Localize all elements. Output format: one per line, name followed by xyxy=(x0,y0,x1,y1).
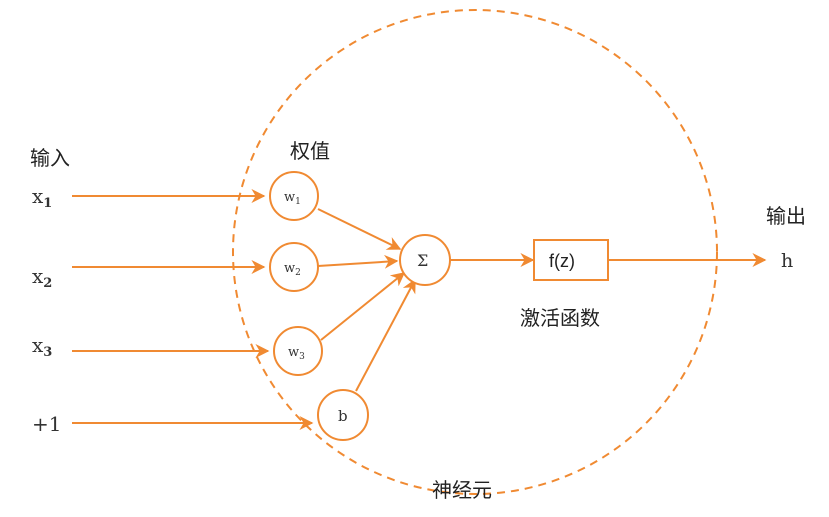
sum-symbol: Σ xyxy=(417,251,428,270)
output-label: 输出 xyxy=(766,204,806,228)
bias-label: b xyxy=(338,407,348,425)
input-bias: +1 xyxy=(32,412,61,436)
weights-label: 权值 xyxy=(290,139,330,163)
output-symbol: h xyxy=(781,250,793,272)
neuron-label: 神经元 xyxy=(432,478,492,502)
neuron-diagram: 输入 权值 输出 激活函数 神经元 x1 x2 x3 +1 w1 w2 w3 b… xyxy=(30,9,806,502)
weight-arrow-bias xyxy=(355,278,416,392)
weight-arrow-2 xyxy=(317,254,399,269)
input-x1: x1 xyxy=(32,184,52,211)
input-x2: x2 xyxy=(32,264,52,291)
function-label: f(z) xyxy=(549,251,575,271)
input-x3: x3 xyxy=(32,333,52,360)
activation-label: 激活函数 xyxy=(520,306,600,330)
input-label: 输入 xyxy=(30,146,70,170)
weight-arrow-3 xyxy=(320,272,406,341)
weight-arrow-1 xyxy=(317,208,402,250)
